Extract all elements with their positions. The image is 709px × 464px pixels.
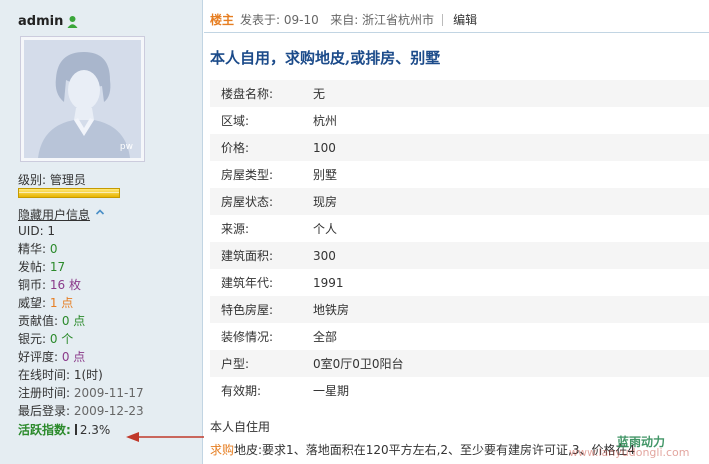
- post-meta: 楼主 发表于: 09-10 来自: 浙江省杭州市 编辑: [210, 11, 477, 28]
- meta-divider: [442, 14, 444, 26]
- post-body-line-1: 本人自住用: [210, 420, 271, 434]
- chevron-up-icon[interactable]: [95, 207, 105, 217]
- stat-contribution: 贡献值: 0 点: [18, 314, 86, 328]
- user-level: 级别: 管理员: [18, 173, 86, 187]
- table-row: 特色房屋: 地铁房: [210, 296, 709, 323]
- header-divider: [204, 32, 709, 33]
- username[interactable]: admin: [18, 14, 63, 29]
- stat-registered: 注册时间: 2009-11-17: [18, 386, 144, 400]
- site-watermark: 蓝雨动力 www.lanyudongli.com: [559, 432, 709, 462]
- stat-uid: UID: 1: [18, 224, 56, 238]
- table-row: 房屋类型: 别墅: [221, 168, 338, 182]
- avatar[interactable]: pw: [20, 36, 145, 162]
- table-row: 建筑年代: 1991: [221, 275, 344, 291]
- table-row: 户型: 0室0厅0卫0阳台: [210, 350, 709, 377]
- table-row: 区域: 杭州: [221, 114, 338, 128]
- wanted-keyword[interactable]: 求购: [210, 443, 234, 457]
- stat-digest: 精华: 0: [18, 242, 58, 256]
- table-row: 房屋状态: 现房: [210, 188, 709, 215]
- activity-index: 活跃指数: 2.3%: [18, 421, 110, 438]
- table-row: 来源: 个人: [221, 222, 338, 236]
- stat-prestige: 威望: 1 点: [18, 296, 74, 310]
- online-user-icon: [67, 16, 78, 28]
- table-row: 价格: 100: [210, 134, 709, 161]
- table-row: 建筑面积: 300: [210, 242, 709, 269]
- level-bar: [18, 188, 120, 198]
- posted-at: 发表于: 09-10: [240, 13, 319, 27]
- watermark-url: www.lanyudongli.com: [569, 446, 690, 459]
- edit-link[interactable]: 编辑: [453, 13, 477, 27]
- thread-starter-badge: 楼主: [210, 13, 235, 27]
- person-silhouette-icon: [24, 40, 141, 158]
- post-source: 来自: 浙江省杭州市: [330, 13, 435, 27]
- stat-silver: 银元: 0 个: [18, 332, 74, 346]
- table-row: 楼盘名称: 无: [210, 80, 709, 107]
- property-info-table: 楼盘名称: 无 区域: 杭州 价格: 100 房屋类型: 别墅 房屋状态: 现房 来源: 个…: [210, 80, 709, 404]
- activity-label: 活跃指数:: [18, 423, 71, 437]
- user-stats: UID: 1 精华: 0 发帖: 17 铜币: 16 枚 威望: 1 点 贡献值…: [18, 222, 144, 420]
- user-sidebar: admin pw 级别: 管理员 隐藏用户信息 UID: 1 精华: 0 发帖:…: [0, 0, 204, 464]
- avatar-badge: pw: [119, 142, 133, 152]
- avatar-placeholder-image: pw: [24, 40, 141, 158]
- hide-user-info-link[interactable]: 隐藏用户信息: [18, 206, 90, 223]
- post-content: 楼主 发表于: 09-10 来自: 浙江省杭州市 编辑 本人自用，求购地皮,或排房、…: [204, 0, 709, 464]
- red-arrow-annotation: [126, 432, 204, 442]
- stat-online-time: 在线时间: 1(时): [18, 368, 103, 382]
- activity-bar: [74, 424, 77, 435]
- stat-rating: 好评度: 0 点: [18, 350, 86, 364]
- table-row: 装修情况: 全部: [221, 330, 338, 344]
- table-row: 有效期: 一星期: [221, 384, 350, 398]
- stat-posts: 发帖: 17: [18, 260, 66, 274]
- activity-value: 2.3%: [79, 423, 111, 437]
- post-title: 本人自用，求购地皮,或排房、别墅: [210, 49, 441, 67]
- stat-copper: 铜币: 16 枚: [18, 278, 81, 292]
- stat-last-login: 最后登录: 2009-12-23: [18, 404, 144, 418]
